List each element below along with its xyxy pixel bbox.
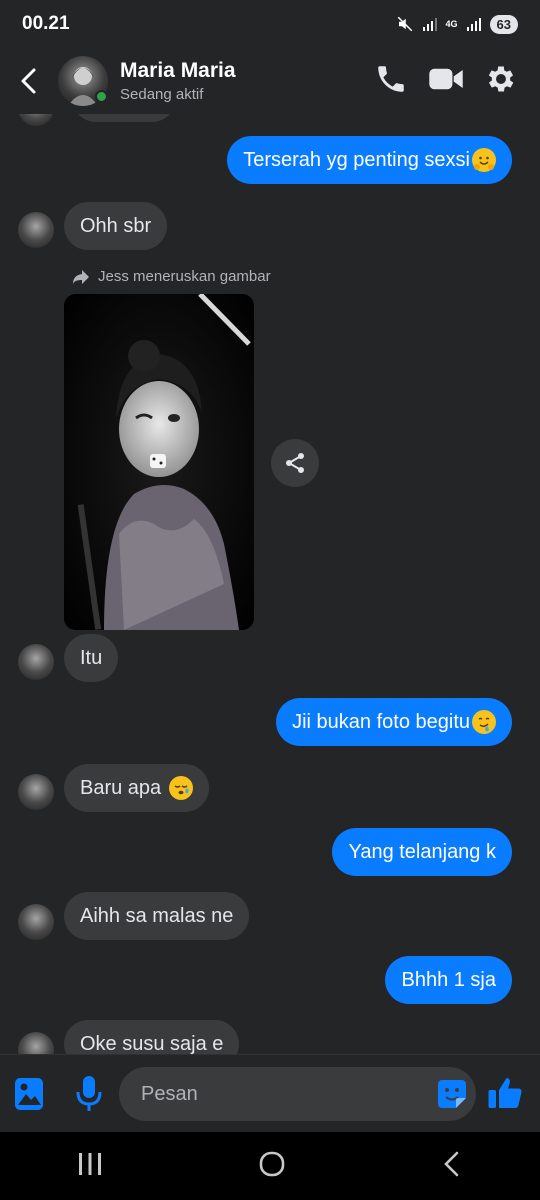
gallery-button[interactable] (14, 1077, 44, 1111)
share-icon (286, 453, 304, 473)
signal-icon (422, 18, 437, 31)
voice-button[interactable] (75, 1075, 103, 1113)
back-button[interactable] (0, 48, 58, 114)
online-indicator (95, 90, 108, 103)
clipped-message (72, 114, 176, 122)
network-label: 4G (445, 18, 458, 29)
gear-icon (488, 66, 514, 91)
nav-back-button[interactable] (441, 1150, 463, 1183)
thumbs-up-icon (488, 1078, 522, 1108)
sticker-icon (438, 1080, 466, 1108)
message-bubble-in[interactable]: Oke susu saja e (64, 1020, 240, 1054)
signal-icon-2 (466, 18, 481, 31)
phone-icon (378, 65, 404, 92)
status-time: 00.21 (22, 13, 70, 34)
settings-button[interactable] (484, 62, 518, 101)
avatar[interactable] (18, 774, 54, 810)
photo-image (64, 294, 254, 630)
status-bar: 00.21 4G 63 (0, 0, 540, 48)
conversation-header: Maria Maria Sedang aktif (0, 48, 540, 114)
back-arrow-icon (21, 68, 36, 94)
status-icons: 4G 63 (396, 14, 518, 34)
call-button[interactable] (374, 62, 408, 101)
mute-icon (397, 16, 412, 32)
recents-icon (79, 1152, 102, 1175)
avatar[interactable] (58, 56, 108, 106)
message-composer: Pesan (0, 1054, 540, 1132)
image-icon (15, 1078, 43, 1110)
message-bubble-out[interactable]: Bhhh 1 sja (385, 956, 512, 1004)
message-input[interactable]: Pesan (119, 1067, 476, 1121)
forward-icon (73, 269, 89, 284)
nav-back-icon (443, 1151, 458, 1176)
message-input-placeholder: Pesan (141, 1082, 198, 1105)
avatar[interactable] (18, 904, 54, 940)
hugging-face-icon (472, 148, 496, 172)
video-icon (429, 68, 463, 89)
recents-button[interactable] (77, 1152, 103, 1181)
message-bubble-in[interactable]: Ohh sbr (64, 202, 168, 250)
home-icon (259, 1151, 285, 1176)
home-button[interactable] (258, 1150, 286, 1183)
contact-info[interactable]: Maria Maria Sedang aktif (120, 59, 374, 103)
message-bubble-out[interactable]: Yang telanjang k (332, 828, 512, 876)
forward-note: Jess meneruskan gambar (72, 268, 271, 285)
battery-badge: 63 (489, 14, 518, 34)
contact-status: Sedang aktif (120, 86, 204, 103)
message-bubble-out[interactable]: Terserah yg penting sexsi (227, 136, 512, 184)
share-button[interactable] (271, 439, 319, 487)
sticker-button[interactable] (436, 1078, 468, 1116)
message-list[interactable]: Terserah yg penting sexsi Ohh sbr Jess m… (0, 114, 540, 1054)
message-bubble-out[interactable]: Jii bukan foto begitu (276, 698, 512, 746)
contact-name: Maria Maria (120, 59, 236, 82)
like-button[interactable] (487, 1075, 523, 1111)
sleepy-face-icon (169, 776, 194, 800)
avatar[interactable] (18, 1032, 54, 1054)
avatar[interactable] (18, 114, 54, 126)
message-bubble-in[interactable]: Itu (64, 634, 119, 682)
drooling-face-icon (472, 710, 496, 734)
video-call-button[interactable] (428, 64, 464, 99)
avatar[interactable] (18, 644, 54, 680)
message-bubble-in[interactable]: Baru apa (64, 764, 210, 812)
message-bubble-in[interactable]: Aihh sa malas ne (64, 892, 250, 940)
mic-icon (76, 1076, 102, 1111)
system-nav-bar (0, 1132, 540, 1200)
forwarded-photo[interactable] (64, 294, 254, 630)
avatar[interactable] (18, 212, 54, 248)
